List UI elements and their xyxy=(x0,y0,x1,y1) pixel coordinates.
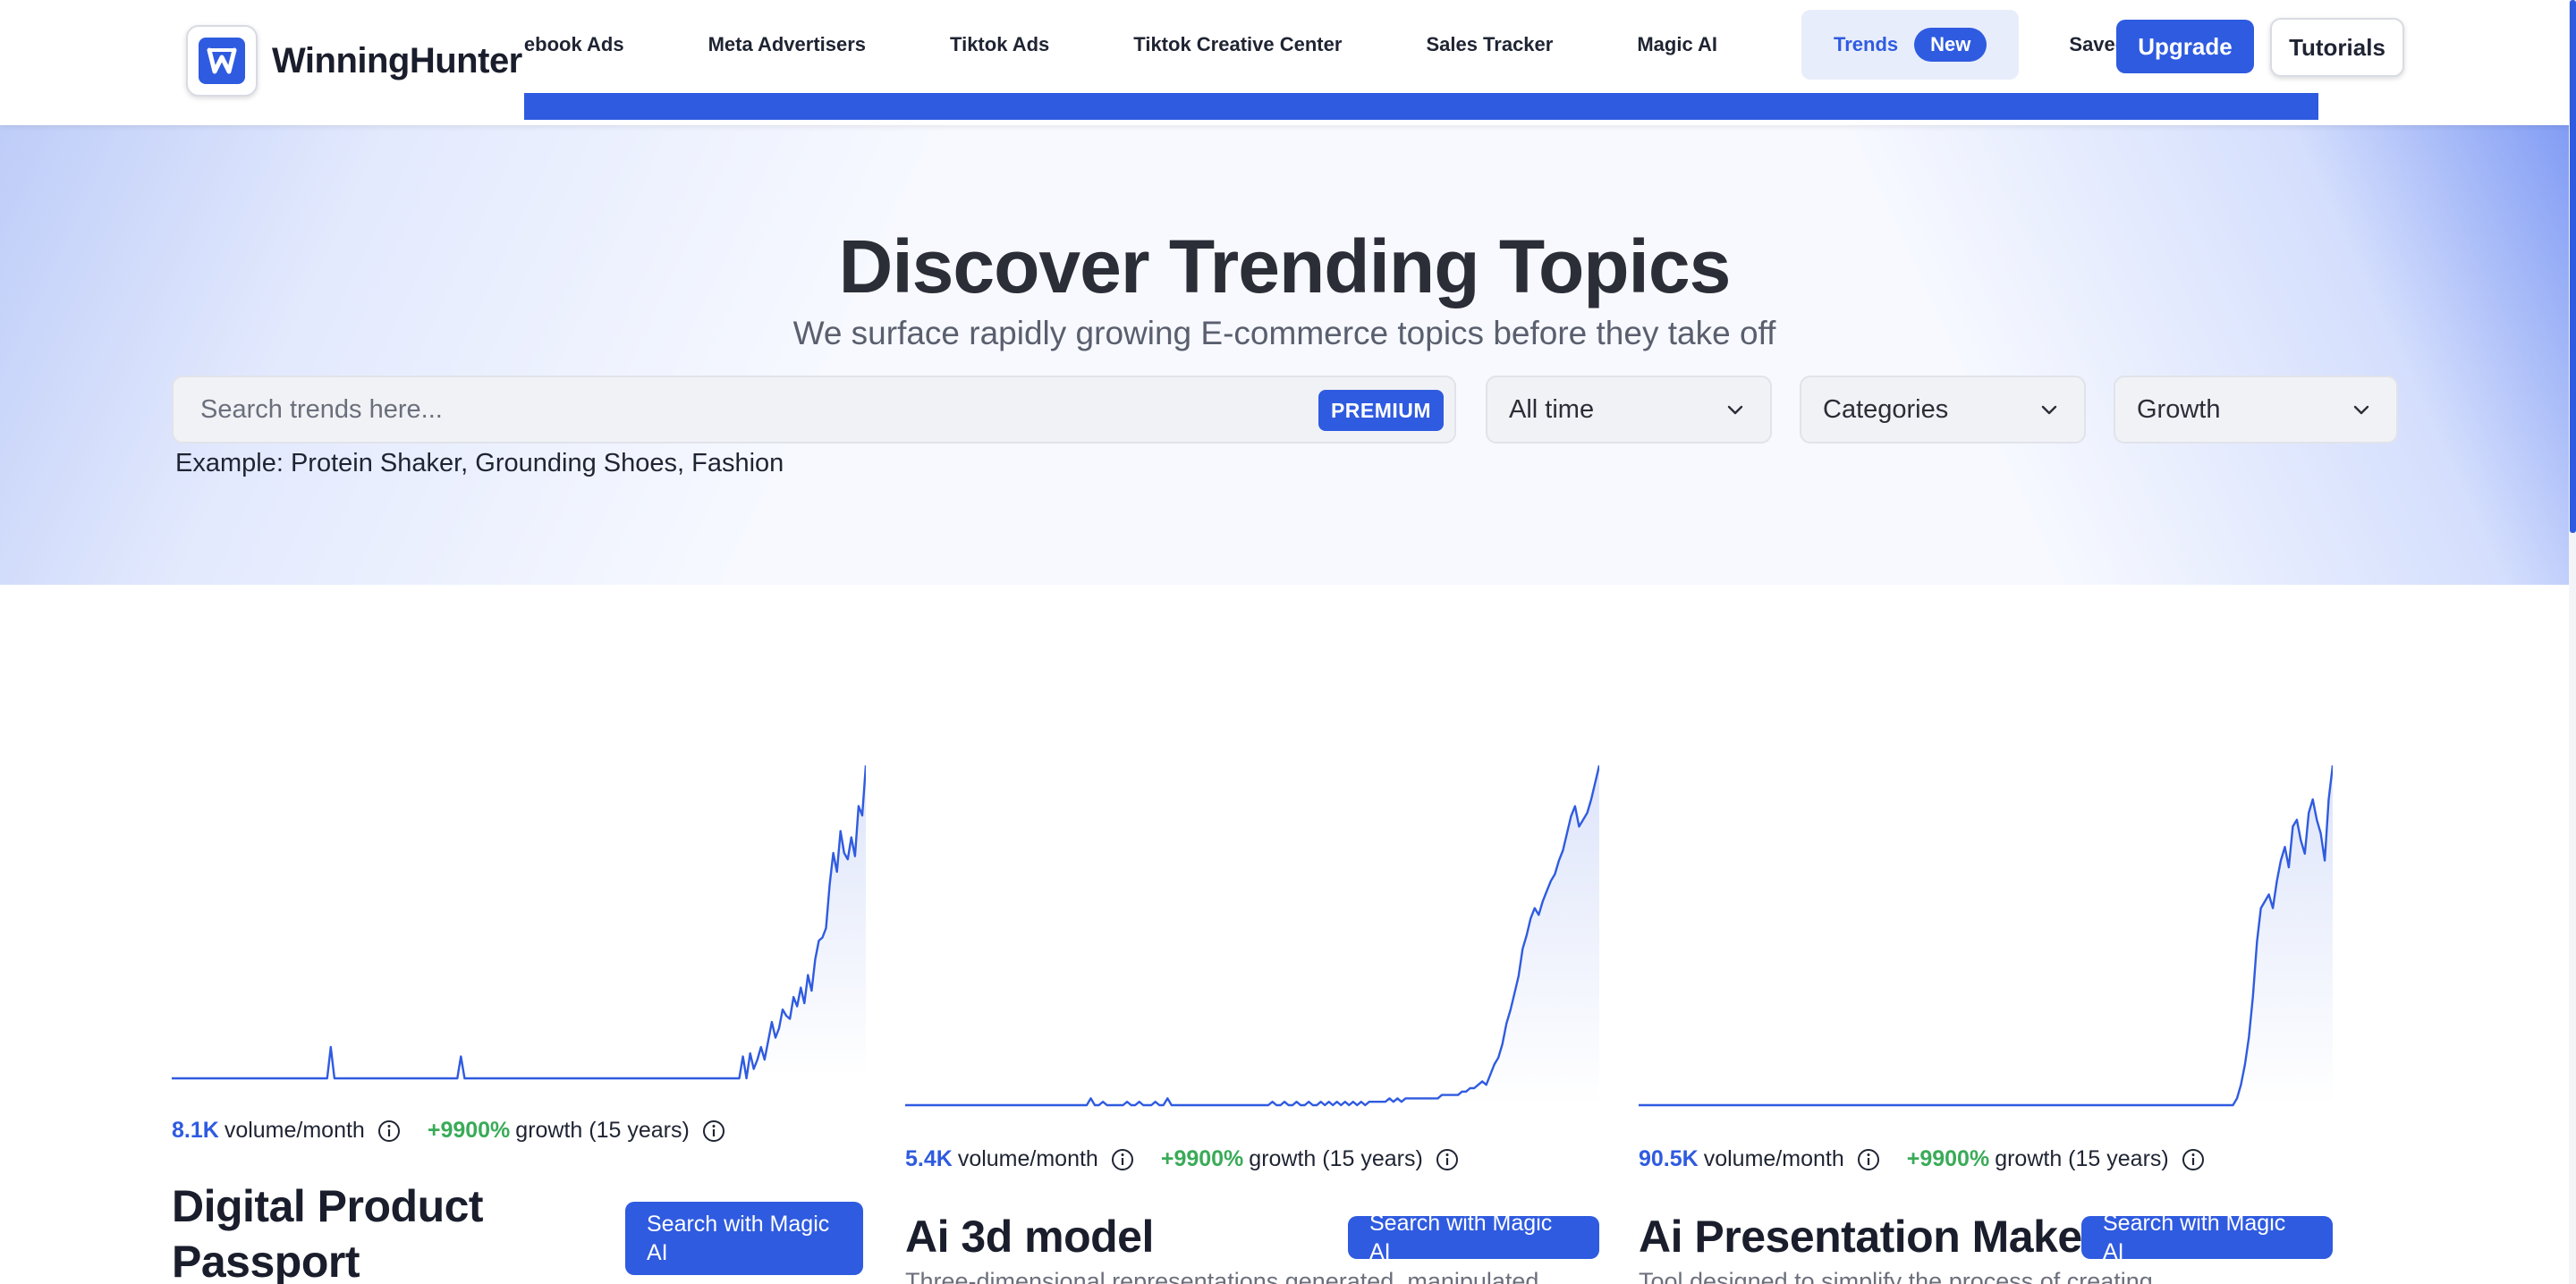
trend-area xyxy=(905,765,1599,1105)
trend-chart xyxy=(172,764,866,1080)
category-select[interactable]: Categories xyxy=(1800,376,2086,443)
info-icon[interactable] xyxy=(1111,1148,1134,1171)
growth-label: growth (15 years) xyxy=(1249,1146,1423,1171)
top-navbar: WinningHunter Facebook Ads Meta Advertis… xyxy=(0,0,2569,125)
sort-value: Growth xyxy=(2137,394,2221,424)
growth-label: growth (15 years) xyxy=(1995,1146,2169,1171)
nav-sales-tracker[interactable]: Sales Tracker xyxy=(1426,33,1553,56)
tutorials-button[interactable]: Tutorials xyxy=(2270,18,2404,77)
page-subtitle: We surface rapidly growing E-commerce to… xyxy=(792,315,1776,351)
volume-value: 8.1K xyxy=(172,1118,219,1143)
logo-icon xyxy=(199,38,245,84)
nav-tiktok-ads[interactable]: Tiktok Ads xyxy=(950,33,1049,56)
info-icon[interactable] xyxy=(377,1119,401,1143)
hero-section: Discover Trending Topics We surface rapi… xyxy=(0,125,2569,585)
trend-description: Tool designed to simplify the process of… xyxy=(1639,1268,2153,1284)
chevron-down-icon xyxy=(1727,405,1743,415)
growth-value: +9900% xyxy=(1160,1146,1244,1171)
search-input[interactable] xyxy=(200,377,1274,442)
trend-title[interactable]: Ai Presentation Maker xyxy=(1639,1209,2099,1264)
trend-chart xyxy=(905,764,1599,1107)
trend-stats: 8.1K volume/month +9900% growth (15 year… xyxy=(172,1118,752,1144)
time-range-select[interactable]: All time xyxy=(1486,376,1772,443)
trend-card[interactable]: 5.4K volume/month +9900% growth (15 year… xyxy=(905,751,1599,1284)
volume-label: volume/month xyxy=(224,1118,365,1143)
nav-trends[interactable]: Trends New xyxy=(1801,10,2020,80)
growth-value: +9900% xyxy=(427,1118,511,1143)
volume-label: volume/month xyxy=(1703,1146,1844,1171)
trend-stats: 5.4K volume/month +9900% growth (15 year… xyxy=(905,1146,1486,1172)
nav-meta-advertisers[interactable]: Meta Advertisers xyxy=(708,33,866,56)
time-range-value: All time xyxy=(1509,394,1595,424)
trend-card[interactable]: 90.5K volume/month +9900% growth (15 yea… xyxy=(1639,751,2333,1284)
nav-facebook-ads[interactable]: Facebook Ads xyxy=(524,33,624,56)
nav-trends-label: Trends xyxy=(1834,33,1899,55)
brand[interactable]: WinningHunter xyxy=(186,25,522,97)
search-magic-ai-button[interactable]: Search with Magic AI xyxy=(2081,1211,2333,1264)
chevron-down-icon xyxy=(2041,405,2057,415)
scrollbar-thumb[interactable] xyxy=(2570,0,2576,533)
trend-chart xyxy=(1639,764,2333,1107)
trend-stats: 90.5K volume/month +9900% growth (15 yea… xyxy=(1639,1146,2232,1172)
trend-area xyxy=(172,765,866,1078)
category-value: Categories xyxy=(1823,394,1949,424)
search-examples: Example: Protein Shaker, Grounding Shoes… xyxy=(175,449,784,477)
trend-line xyxy=(905,764,1599,1107)
nav-tiktok-creative-center[interactable]: Tiktok Creative Center xyxy=(1133,33,1342,56)
search-box: PREMIUM xyxy=(172,376,1456,443)
brand-name: WinningHunter xyxy=(272,40,522,80)
info-icon[interactable] xyxy=(1436,1148,1459,1171)
info-icon[interactable] xyxy=(702,1119,725,1143)
trend-description: Three-dimensional representations genera… xyxy=(905,1268,1539,1284)
search-magic-ai-button[interactable]: Search with Magic AI xyxy=(1348,1211,1599,1264)
info-icon[interactable] xyxy=(2182,1148,2205,1171)
loading-progress-bar xyxy=(524,93,2318,120)
growth-value: +9900% xyxy=(1906,1146,1990,1171)
premium-badge: PREMIUM xyxy=(1318,390,1444,431)
sort-select[interactable]: Growth xyxy=(2114,376,2398,443)
volume-label: volume/month xyxy=(957,1146,1098,1171)
volume-value: 90.5K xyxy=(1639,1146,1699,1171)
page-title: Discover Trending Topics xyxy=(838,224,1732,308)
search-magic-ai-button[interactable]: Search with Magic AI xyxy=(625,1202,863,1275)
info-icon[interactable] xyxy=(1857,1148,1880,1171)
trend-card[interactable]: 8.1K volume/month +9900% growth (15 year… xyxy=(172,751,866,1284)
new-badge: New xyxy=(1914,28,1987,62)
upgrade-button[interactable]: Upgrade xyxy=(2116,20,2254,73)
trend-title[interactable]: Ai 3d model xyxy=(905,1209,1154,1264)
trend-line xyxy=(172,764,866,1080)
volume-value: 5.4K xyxy=(905,1146,953,1171)
chevron-down-icon xyxy=(2353,405,2369,415)
logo xyxy=(186,25,258,97)
growth-label: growth (15 years) xyxy=(515,1118,690,1143)
nav-magic-ai[interactable]: Magic AI xyxy=(1637,33,1717,56)
trend-area xyxy=(1639,765,2333,1105)
trend-title[interactable]: Digital Product Passport xyxy=(172,1178,637,1284)
trend-line xyxy=(1639,764,2333,1107)
